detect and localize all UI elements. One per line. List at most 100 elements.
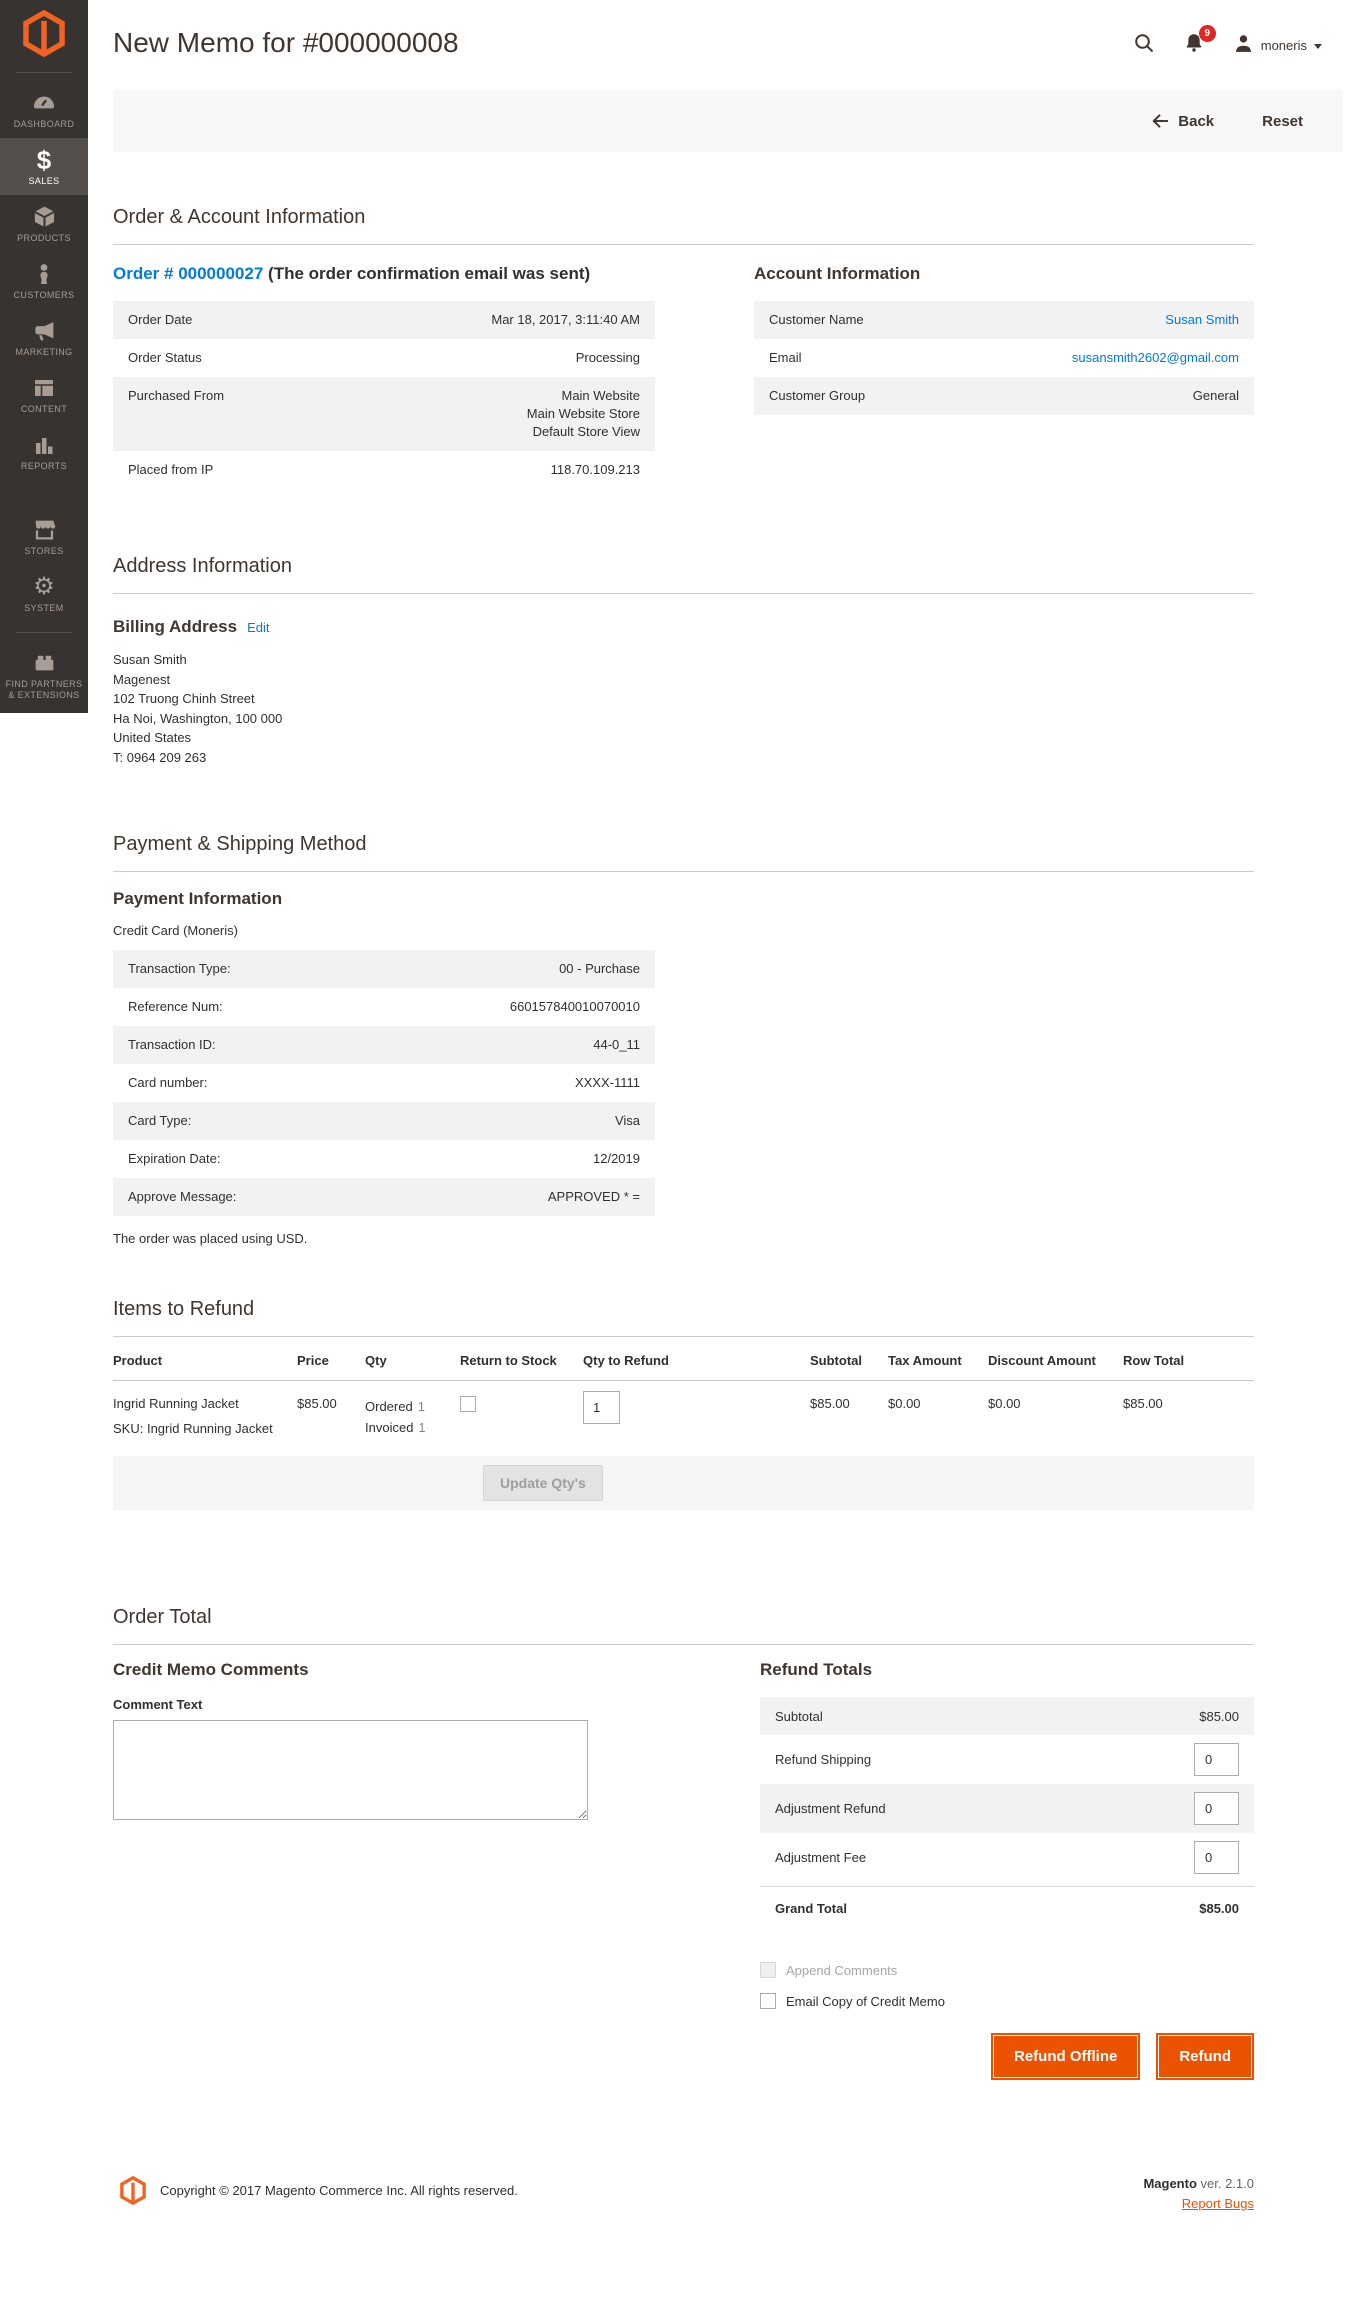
- subtotal-row: Subtotal $85.00: [760, 1697, 1254, 1735]
- stores-icon: [2, 517, 86, 543]
- notifications-bell-icon[interactable]: 9: [1183, 32, 1205, 59]
- payment-info-row: Card number:XXXX-1111: [113, 1064, 655, 1102]
- billing-address-title: Billing Address: [113, 616, 237, 638]
- email-copy-checkbox[interactable]: [760, 1993, 776, 2009]
- copyright-text: Copyright © 2017 Magento Commerce Inc. A…: [160, 2183, 518, 2198]
- username-label: moneris: [1261, 38, 1307, 53]
- account-info-title: Account Information: [754, 263, 1254, 285]
- search-icon[interactable]: [1133, 32, 1155, 59]
- refund-shipping-input[interactable]: [1194, 1743, 1239, 1776]
- sidebar-item-find-partners[interactable]: FIND PARTNERS & EXTENSIONS: [0, 641, 88, 709]
- product-sku: SKU: Ingrid Running Jacket: [113, 1421, 291, 1436]
- back-button[interactable]: Back: [1151, 113, 1214, 130]
- payment-info-table: Transaction Type:00 - Purchase Reference…: [113, 950, 655, 1216]
- adjustment-fee-input[interactable]: [1194, 1841, 1239, 1874]
- items-table-header: Product Price Qty Return to Stock Qty to…: [113, 1341, 1254, 1381]
- sidebar-divider: [16, 632, 72, 633]
- items-table-row: Ingrid Running Jacket SKU: Ingrid Runnin…: [113, 1381, 1254, 1457]
- item-discount-amount: $0.00: [988, 1381, 1123, 1457]
- section-title-order-account: Order & Account Information: [113, 204, 1254, 245]
- extensions-icon: [2, 650, 86, 676]
- sidebar-item-label: SYSTEM: [2, 603, 86, 614]
- sidebar-item-label: CUSTOMERS: [2, 290, 86, 301]
- comment-text-label: Comment Text: [113, 1697, 588, 1712]
- page-header: New Memo for #000000008 9 moneris: [88, 0, 1366, 60]
- notification-badge: 9: [1199, 25, 1216, 42]
- user-menu[interactable]: moneris: [1233, 33, 1322, 59]
- reset-button[interactable]: Reset: [1262, 113, 1303, 130]
- account-info-table: Customer Name Susan Smith Email susansmi…: [754, 301, 1254, 415]
- sales-icon: $: [2, 147, 86, 173]
- update-qtys-button[interactable]: Update Qty's: [483, 1465, 603, 1501]
- customer-email-link[interactable]: susansmith2602@gmail.com: [1072, 349, 1239, 367]
- sidebar-divider: [16, 72, 72, 73]
- item-qty: Ordered1 Invoiced1: [365, 1381, 460, 1457]
- user-avatar-icon: [1233, 33, 1254, 59]
- refund-totals-table: Subtotal $85.00 Refund Shipping Adjustme…: [760, 1697, 1254, 1930]
- sidebar-item-label: CONTENT: [2, 404, 86, 415]
- section-title-address: Address Information: [113, 553, 1254, 594]
- report-bugs-link[interactable]: Report Bugs: [1182, 2196, 1254, 2211]
- refund-totals-title: Refund Totals: [760, 1659, 1254, 1681]
- sidebar-item-label: MARKETING: [2, 347, 86, 358]
- sidebar-item-products[interactable]: PRODUCTS: [0, 195, 88, 252]
- sidebar-item-content[interactable]: CONTENT: [0, 366, 88, 423]
- item-tax-amount: $0.00: [888, 1381, 988, 1457]
- qty-to-refund-input[interactable]: [583, 1391, 620, 1424]
- billing-address-block: Susan Smith Magenest 102 Truong Chinh St…: [113, 650, 1254, 767]
- order-info-row: Order Status Processing: [113, 339, 655, 377]
- sidebar-item-sales[interactable]: $ SALES: [0, 138, 88, 195]
- credit-memo-comments-title: Credit Memo Comments: [113, 1659, 588, 1681]
- sidebar-item-system[interactable]: ⚙ SYSTEM: [0, 565, 88, 622]
- append-comments-checkbox: [760, 1962, 776, 1978]
- payment-info-row: Expiration Date:12/2019: [113, 1140, 655, 1178]
- order-info-row: Purchased From Main Website Main Website…: [113, 377, 655, 451]
- return-to-stock-checkbox[interactable]: [460, 1396, 476, 1412]
- section-title-order-total: Order Total: [113, 1604, 1254, 1645]
- items-table-footer: Update Qty's: [113, 1456, 1254, 1510]
- order-number-link[interactable]: Order # 000000027: [113, 264, 263, 283]
- payment-info-row: Card Type:Visa: [113, 1102, 655, 1140]
- footer-brand: Magento: [1143, 2176, 1196, 2191]
- item-row-total: $85.00: [1123, 1381, 1254, 1457]
- payment-info-row: Reference Num:660157840010070010: [113, 988, 655, 1026]
- item-price: $85.00: [297, 1381, 365, 1457]
- back-arrow-icon: [1151, 113, 1169, 129]
- grand-total-value: $85.00: [1199, 1901, 1239, 1916]
- products-icon: [2, 204, 86, 230]
- order-info-row: Placed from IP 118.70.109.213: [113, 451, 655, 489]
- admin-sidebar: DASHBOARD $ SALES PRODUCTS CUSTOMERS MAR…: [0, 0, 88, 713]
- sidebar-item-label: PRODUCTS: [2, 233, 86, 244]
- comment-text-input[interactable]: [113, 1720, 588, 1820]
- magento-footer-logo-icon: [120, 2176, 146, 2205]
- edit-billing-address-link[interactable]: Edit: [247, 620, 269, 635]
- account-info-row: Customer Name Susan Smith: [754, 301, 1254, 339]
- sidebar-item-label: REPORTS: [2, 461, 86, 472]
- payment-info-row: Approve Message:APPROVED * =: [113, 1178, 655, 1216]
- sidebar-item-customers[interactable]: CUSTOMERS: [0, 252, 88, 309]
- footer-version: ver. 2.1.0: [1201, 2176, 1254, 2191]
- currency-note: The order was placed using USD.: [113, 1231, 1254, 1246]
- payment-info-row: Transaction ID:44-0_11: [113, 1026, 655, 1064]
- grand-total-row: Grand Total $85.00: [760, 1886, 1254, 1930]
- customer-name-link[interactable]: Susan Smith: [1165, 311, 1239, 329]
- chevron-down-icon: [1314, 44, 1322, 49]
- sidebar-item-marketing[interactable]: MARKETING: [0, 309, 88, 366]
- sidebar-item-dashboard[interactable]: DASHBOARD: [0, 81, 88, 138]
- payment-method-label: Credit Card (Moneris): [113, 923, 1254, 938]
- adjustment-refund-input[interactable]: [1194, 1792, 1239, 1825]
- section-title-items: Items to Refund: [113, 1296, 1254, 1337]
- sidebar-item-label: STORES: [2, 546, 86, 557]
- refund-button[interactable]: Refund: [1158, 2035, 1252, 2078]
- sidebar-item-reports[interactable]: REPORTS: [0, 423, 88, 480]
- magento-logo[interactable]: [0, 0, 88, 66]
- item-subtotal: $85.00: [810, 1381, 888, 1457]
- magento-logo-icon: [23, 10, 65, 57]
- dashboard-icon: [2, 90, 86, 116]
- adjustment-fee-row: Adjustment Fee: [760, 1833, 1254, 1882]
- sidebar-item-stores[interactable]: STORES: [0, 508, 88, 565]
- refund-offline-button[interactable]: Refund Offline: [993, 2035, 1138, 2078]
- items-to-refund-table: Product Price Qty Return to Stock Qty to…: [113, 1341, 1254, 1456]
- sidebar-item-label: FIND PARTNERS & EXTENSIONS: [2, 679, 86, 701]
- order-heading: Order # 000000027 (The order confirmatio…: [113, 263, 655, 285]
